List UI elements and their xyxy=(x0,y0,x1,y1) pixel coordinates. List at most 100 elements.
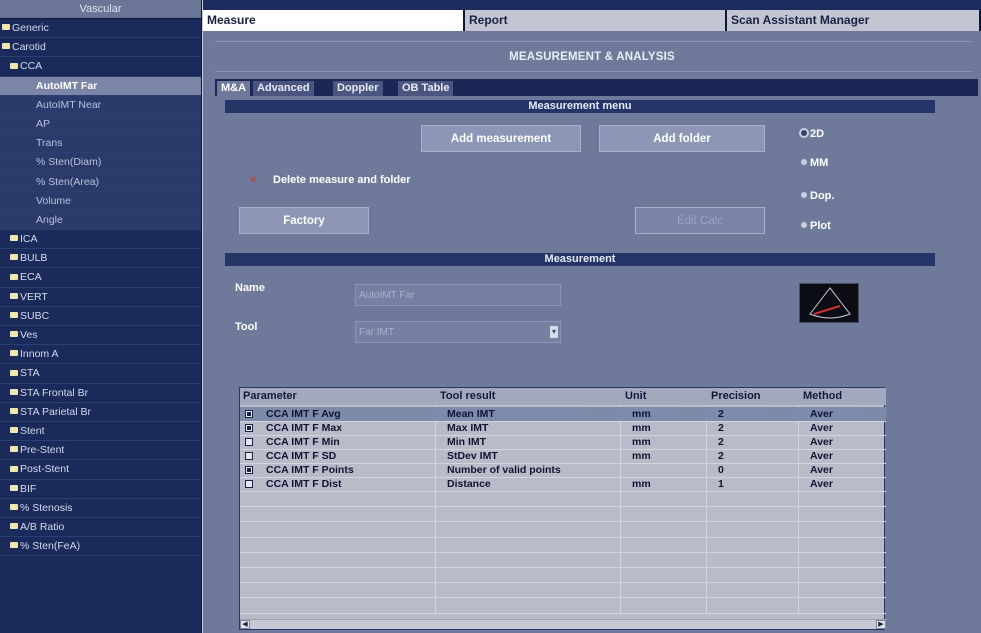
tab-doppler[interactable]: Doppler xyxy=(333,81,383,96)
sidebar-item[interactable]: ECA xyxy=(0,268,201,288)
sidebar-item[interactable]: Innom A xyxy=(0,345,201,365)
sidebar-item-label: SUBC xyxy=(20,309,50,322)
sidebar-item[interactable]: Volume xyxy=(0,191,201,211)
parameter-table: Parameter Tool result Unit Precision Met… xyxy=(239,387,886,630)
sidebar-item[interactable]: Angle xyxy=(0,210,201,231)
scroll-right-icon[interactable]: ▶ xyxy=(876,620,886,629)
row-checkbox[interactable] xyxy=(245,438,253,446)
grid-line xyxy=(240,551,886,553)
sidebar-item[interactable]: STA xyxy=(0,364,201,384)
sidebar-item[interactable]: Carotid xyxy=(0,38,201,58)
cell-method: Aver xyxy=(810,436,833,448)
name-field[interactable]: AutoIMT Far xyxy=(355,284,561,306)
grid-line xyxy=(240,567,886,568)
folder-icon xyxy=(10,62,18,69)
folder-icon xyxy=(10,542,18,549)
cell-unit: mm xyxy=(620,407,680,421)
tab-ob-table[interactable]: OB Table xyxy=(398,81,454,96)
sidebar-item[interactable]: Trans xyxy=(0,134,201,154)
sidebar-item[interactable]: BIF xyxy=(0,480,201,499)
radio-icon xyxy=(801,159,807,166)
table-row[interactable]: CCA IMT F Dist Distance mm 1 Aver xyxy=(240,477,886,491)
probe-sector-icon xyxy=(799,283,859,323)
cell-parameter: CCA IMT F Avg xyxy=(266,408,341,420)
grid-line xyxy=(240,506,886,508)
sidebar-item-label: STA xyxy=(20,367,40,380)
sidebar-item[interactable]: VERT xyxy=(0,288,201,307)
radio-checked-icon xyxy=(801,130,807,137)
radio-plot[interactable]: Plot xyxy=(801,220,831,232)
sub-tab-bar: M&A Advanced Doppler OB Table xyxy=(215,79,978,98)
row-checkbox[interactable] xyxy=(245,424,253,432)
folder-icon xyxy=(10,331,18,338)
cell-tool-result: Number of valid points xyxy=(447,464,561,476)
sidebar-item[interactable]: AutoIMT Near xyxy=(0,95,201,115)
table-row[interactable]: CCA IMT F SD StDev IMT mm 2 Aver xyxy=(240,449,886,463)
radio-mm[interactable]: MM xyxy=(801,157,828,169)
tool-label: Tool xyxy=(235,321,258,333)
sidebar-item[interactable]: STA Frontal Br xyxy=(0,384,201,403)
delete-icon[interactable]: ✕ xyxy=(249,175,257,186)
tool-select-value: Far IMT xyxy=(359,327,394,338)
cell-tool-result: Mean IMT xyxy=(435,407,585,421)
sidebar-item[interactable]: % Sten(FeA) xyxy=(0,537,201,557)
sidebar-item[interactable]: % Sten(Area) xyxy=(0,172,201,192)
sidebar-item[interactable]: Generic xyxy=(0,19,201,39)
row-checkbox[interactable] xyxy=(245,410,253,418)
row-checkbox[interactable] xyxy=(245,452,253,460)
radio-2d[interactable]: 2D xyxy=(801,128,824,140)
table-row[interactable]: CCA IMT F Max Max IMT mm 2 Aver xyxy=(240,421,886,435)
folder-icon xyxy=(10,388,18,395)
sidebar-item[interactable]: A/B Ratio xyxy=(0,518,201,538)
sidebar-item[interactable]: Pre-Stent xyxy=(0,441,201,461)
sidebar-item[interactable]: ICA xyxy=(0,230,201,250)
factory-button[interactable]: Factory xyxy=(239,207,369,234)
sidebar-item[interactable]: CCA xyxy=(0,57,201,77)
grid-line xyxy=(240,612,886,614)
table-row[interactable]: CCA IMT F Points Number of valid points 0 A… xyxy=(240,463,886,477)
add-folder-button[interactable]: Add folder xyxy=(599,125,765,152)
sidebar-item[interactable]: % Stenosis xyxy=(0,499,201,518)
add-measurement-button[interactable]: Add measurement xyxy=(421,125,581,152)
sidebar-item-label: Trans xyxy=(36,137,63,150)
col-parameter: Parameter xyxy=(243,390,297,402)
tab-measure[interactable]: Measure xyxy=(203,10,465,31)
radio-label: 2D xyxy=(810,128,825,140)
tab-report[interactable]: Report xyxy=(465,10,727,31)
sidebar-item[interactable]: SUBC xyxy=(0,307,201,326)
tree-list: Generic Carotid CCA AutoIMT Far AutoIMT Near… xyxy=(0,19,201,557)
scroll-left-icon[interactable]: ◀ xyxy=(240,620,250,629)
sidebar-item[interactable]: Stent xyxy=(0,422,201,442)
section-title: MEASUREMENT & ANALYSIS xyxy=(509,51,675,63)
tab-scan-assistant-manager[interactable]: Scan Assistant Manager xyxy=(727,10,981,31)
horizontal-scrollbar[interactable]: ◀ ▶ xyxy=(240,619,886,629)
row-checkbox[interactable] xyxy=(245,480,253,488)
cell-precision: 2 xyxy=(706,407,766,421)
sidebar-item[interactable]: Post-Stent xyxy=(0,460,201,480)
radio-dop[interactable]: Dop. xyxy=(801,190,834,202)
table-row[interactable]: CCA IMT F Min Min IMT mm 2 Aver xyxy=(240,435,886,449)
table-header: Parameter Tool result Unit Precision Met… xyxy=(240,388,886,405)
sidebar-item[interactable]: % Sten(Diam) xyxy=(0,153,201,173)
tool-select[interactable]: Far IMT ▾ xyxy=(355,321,561,343)
table-row[interactable]: CCA IMT F Avg Mean IMT mm 2 Aver xyxy=(240,407,886,421)
folder-icon xyxy=(10,503,18,510)
delete-measure-and-folder-button[interactable]: Delete measure and folder xyxy=(273,174,411,186)
sidebar-item[interactable]: BULB xyxy=(0,249,201,269)
cell-unit: mm xyxy=(632,422,651,434)
sidebar-item-label: BULB xyxy=(20,252,48,265)
sidebar-item[interactable]: Ves xyxy=(0,326,201,346)
sidebar-item[interactable]: AutoIMT Far xyxy=(0,76,201,96)
sidebar-item-label: % Sten(Diam) xyxy=(36,156,102,169)
sidebar-item-label: CCA xyxy=(20,60,43,73)
sidebar-item[interactable]: AP xyxy=(0,114,201,135)
cell-unit: mm xyxy=(632,450,651,462)
tab-advanced[interactable]: Advanced xyxy=(253,81,314,96)
tab-ma[interactable]: M&A xyxy=(217,81,251,98)
protocol-tree: Vascular Generic Carotid CCA AutoIMT Far Aut… xyxy=(0,0,202,633)
row-checkbox[interactable] xyxy=(245,466,253,474)
measurement-header: Measurement xyxy=(225,253,935,266)
col-method: Method xyxy=(803,390,843,402)
radio-label: MM xyxy=(810,157,829,169)
sidebar-item[interactable]: STA Parietal Br xyxy=(0,403,201,422)
